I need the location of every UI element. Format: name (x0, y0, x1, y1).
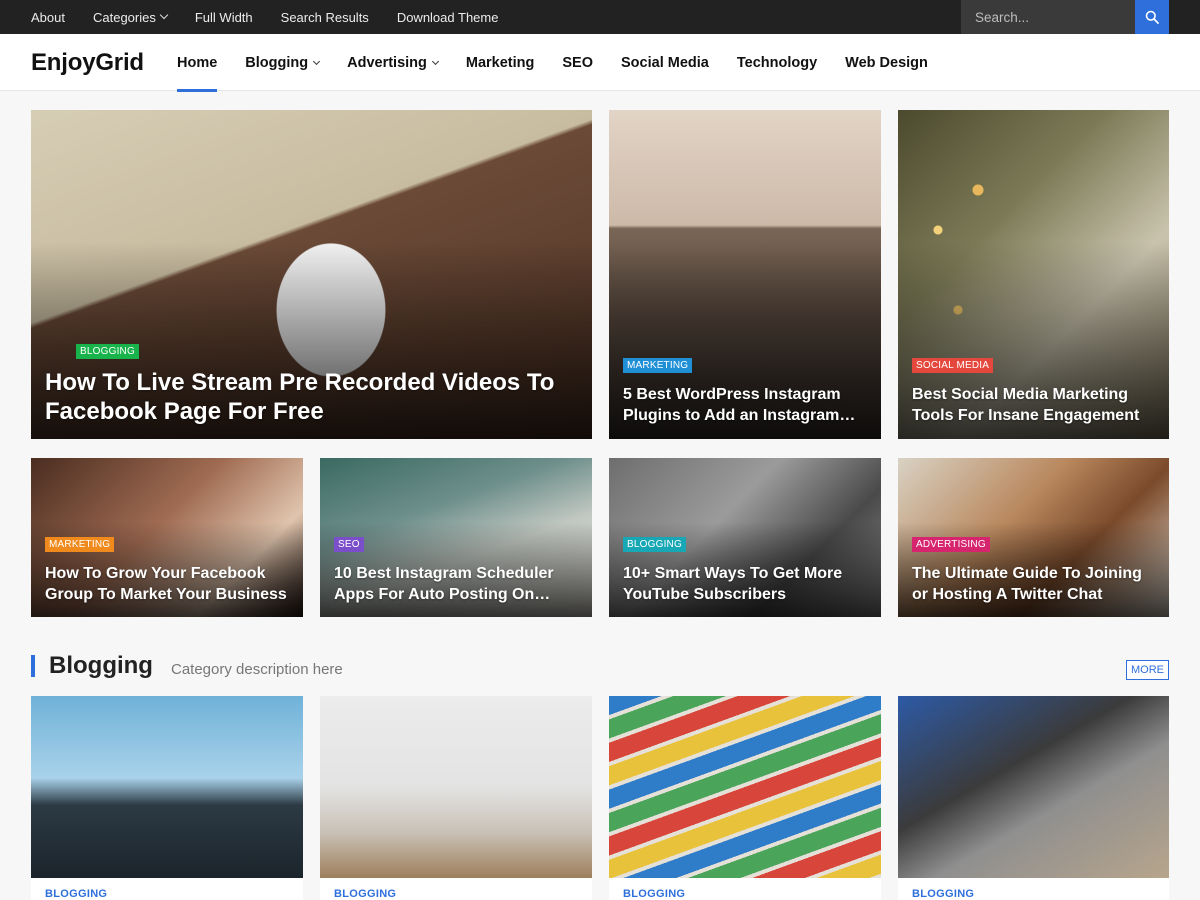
category-badge[interactable]: ADVERTISING (912, 537, 990, 552)
category-label[interactable]: BLOGGING (912, 888, 974, 900)
nav-technology[interactable]: Technology (737, 34, 817, 91)
top-link-label: Search Results (280, 9, 369, 25)
search-input[interactable] (961, 0, 1135, 34)
search-icon (1145, 10, 1159, 24)
nav-label: Social Media (621, 54, 709, 71)
post-title[interactable]: 5 Best WordPress Instagram Plugins to Ad… (623, 384, 873, 426)
nav-label: Blogging (245, 54, 309, 71)
top-link-label: Categories (92, 9, 156, 25)
post-thumbnail[interactable] (898, 696, 1169, 878)
category-label[interactable]: BLOGGING (45, 888, 107, 900)
post-title[interactable]: How To Live Stream Pre Recorded Videos T… (45, 368, 575, 426)
post-thumbnail[interactable] (609, 696, 881, 878)
chevron-down-icon (431, 57, 439, 65)
post-thumbnail[interactable] (31, 696, 303, 878)
post-title[interactable]: 10 Best Instagram Scheduler Apps For Aut… (334, 563, 584, 605)
category-badge[interactable]: BLOGGING (76, 344, 139, 359)
more-button[interactable]: MORE (1126, 660, 1169, 680)
section-title[interactable]: Blogging (49, 652, 153, 680)
category-badge[interactable]: SEO (334, 537, 364, 552)
nav-social-media[interactable]: Social Media (621, 34, 709, 91)
featured-post-main[interactable]: BLOGGING How To Live Stream Pre Recorded… (31, 110, 592, 439)
nav-label: Web Design (845, 54, 928, 71)
nav-web-design[interactable]: Web Design (845, 34, 928, 91)
featured-post[interactable]: SEO 10 Best Instagram Scheduler Apps For… (320, 458, 592, 617)
post-title[interactable]: The Ultimate Guide To Joining or Hosting… (912, 563, 1162, 605)
category-label[interactable]: BLOGGING (623, 888, 685, 900)
post-card[interactable]: BLOGGING (609, 696, 881, 900)
category-label[interactable]: BLOGGING (334, 888, 396, 900)
nav-label: Marketing (465, 54, 535, 71)
top-nav: About Categories Full Width Search Resul… (31, 0, 526, 34)
post-title[interactable]: 10+ Smart Ways To Get More YouTube Subsc… (623, 563, 873, 605)
top-link-search-results[interactable]: Search Results (281, 10, 369, 25)
section-description: Category description here (171, 661, 343, 678)
category-badge[interactable]: SOCIAL MEDIA (912, 358, 994, 373)
featured-post[interactable]: MARKETING 5 Best WordPress Instagram Plu… (609, 110, 881, 439)
featured-post[interactable]: SOCIAL MEDIA Best Social Media Marketing… (898, 110, 1169, 439)
featured-post[interactable]: MARKETING How To Grow Your Facebook Grou… (31, 458, 303, 617)
top-link-about[interactable]: About (31, 10, 65, 25)
top-link-download-theme[interactable]: Download Theme (397, 10, 499, 25)
post-title[interactable]: How To Grow Your Facebook Group To Marke… (45, 563, 295, 605)
top-link-label: Full Width (194, 9, 253, 25)
nav-blogging[interactable]: Blogging (245, 34, 321, 91)
nav-home[interactable]: Home (177, 34, 218, 92)
top-link-full-width[interactable]: Full Width (195, 10, 253, 25)
post-card[interactable]: BLOGGING (320, 696, 592, 900)
chevron-down-icon (313, 57, 321, 65)
category-badge[interactable]: MARKETING (623, 358, 693, 373)
nav-label: Home (177, 54, 218, 71)
top-link-categories[interactable]: Categories (92, 9, 169, 25)
nav-marketing[interactable]: Marketing (466, 34, 535, 91)
top-link-label: Download Theme (396, 9, 499, 25)
site-header: EnjoyGrid Home Blogging Advertising Mark… (0, 34, 1200, 92)
chevron-down-icon (159, 10, 169, 20)
section-accent-bar (31, 655, 35, 677)
nav-seo[interactable]: SEO (562, 34, 593, 91)
nav-label: Advertising (347, 54, 427, 71)
main-nav: Home Blogging Advertising Marketing SEO … (177, 34, 956, 92)
search-box (961, 0, 1135, 34)
post-card[interactable]: BLOGGING (31, 696, 303, 900)
post-card[interactable]: BLOGGING (898, 696, 1169, 900)
featured-post[interactable]: BLOGGING 10+ Smart Ways To Get More YouT… (609, 458, 881, 617)
site-logo[interactable]: EnjoyGrid (31, 49, 144, 77)
post-title[interactable]: Best Social Media Marketing Tools For In… (912, 384, 1162, 426)
featured-post[interactable]: ADVERTISING The Ultimate Guide To Joinin… (898, 458, 1169, 617)
nav-label: SEO (562, 54, 594, 71)
search-button[interactable] (1135, 0, 1169, 34)
category-badge[interactable]: MARKETING (45, 537, 115, 552)
nav-label: Technology (736, 54, 818, 71)
nav-advertising[interactable]: Advertising (347, 34, 439, 91)
top-link-label: About (31, 9, 65, 25)
category-badge[interactable]: BLOGGING (623, 537, 686, 552)
post-thumbnail[interactable] (320, 696, 592, 878)
top-bar: About Categories Full Width Search Resul… (0, 0, 1200, 34)
